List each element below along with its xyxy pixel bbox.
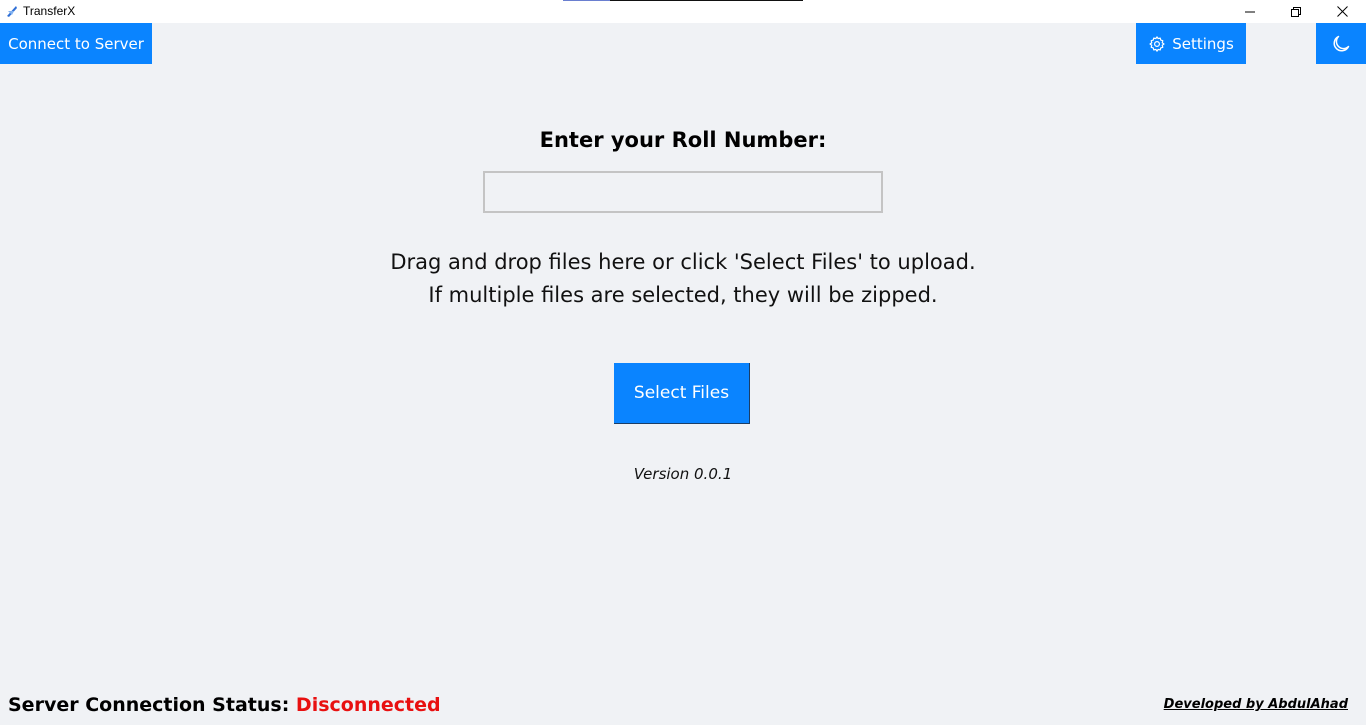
restore-icon bbox=[1291, 6, 1301, 17]
gear-icon bbox=[1149, 35, 1165, 52]
instruction-line-1: Drag and drop files here or click 'Selec… bbox=[390, 250, 976, 274]
app-icon bbox=[7, 6, 17, 17]
server-status: Server Connection Status: Disconnected bbox=[8, 694, 441, 716]
instruction-line-2: If multiple files are selected, they wil… bbox=[428, 283, 938, 307]
select-files-label: Select Files bbox=[633, 383, 730, 403]
server-status-value: Disconnected bbox=[295, 694, 441, 716]
select-files-button[interactable]: Select Files bbox=[614, 363, 750, 424]
close-button[interactable] bbox=[1319, 0, 1365, 23]
settings-button[interactable]: Settings bbox=[1136, 23, 1246, 64]
title-bar: TransferX bbox=[0, 0, 1366, 23]
settings-label: Settings bbox=[1172, 34, 1234, 53]
developer-credit: Developed by AbdulAhad bbox=[1163, 697, 1348, 712]
title-strip-accent bbox=[563, 0, 610, 1]
theme-toggle-button[interactable] bbox=[1316, 23, 1366, 64]
minimize-button[interactable] bbox=[1227, 0, 1273, 23]
restore-button[interactable] bbox=[1273, 0, 1319, 23]
version-label: Version 0.0.1 bbox=[633, 465, 733, 483]
roll-number-heading: Enter your Roll Number: bbox=[539, 128, 827, 152]
connect-to-server-label: Connect to Server bbox=[8, 34, 144, 53]
window-title: TransferX bbox=[23, 4, 76, 18]
minimize-icon bbox=[1245, 11, 1255, 12]
connect-to-server-button[interactable]: Connect to Server bbox=[0, 23, 152, 64]
moon-icon bbox=[1333, 35, 1350, 52]
roll-number-input[interactable] bbox=[483, 171, 883, 213]
server-status-label: Server Connection Status: bbox=[8, 694, 290, 716]
close-icon bbox=[1336, 6, 1348, 17]
